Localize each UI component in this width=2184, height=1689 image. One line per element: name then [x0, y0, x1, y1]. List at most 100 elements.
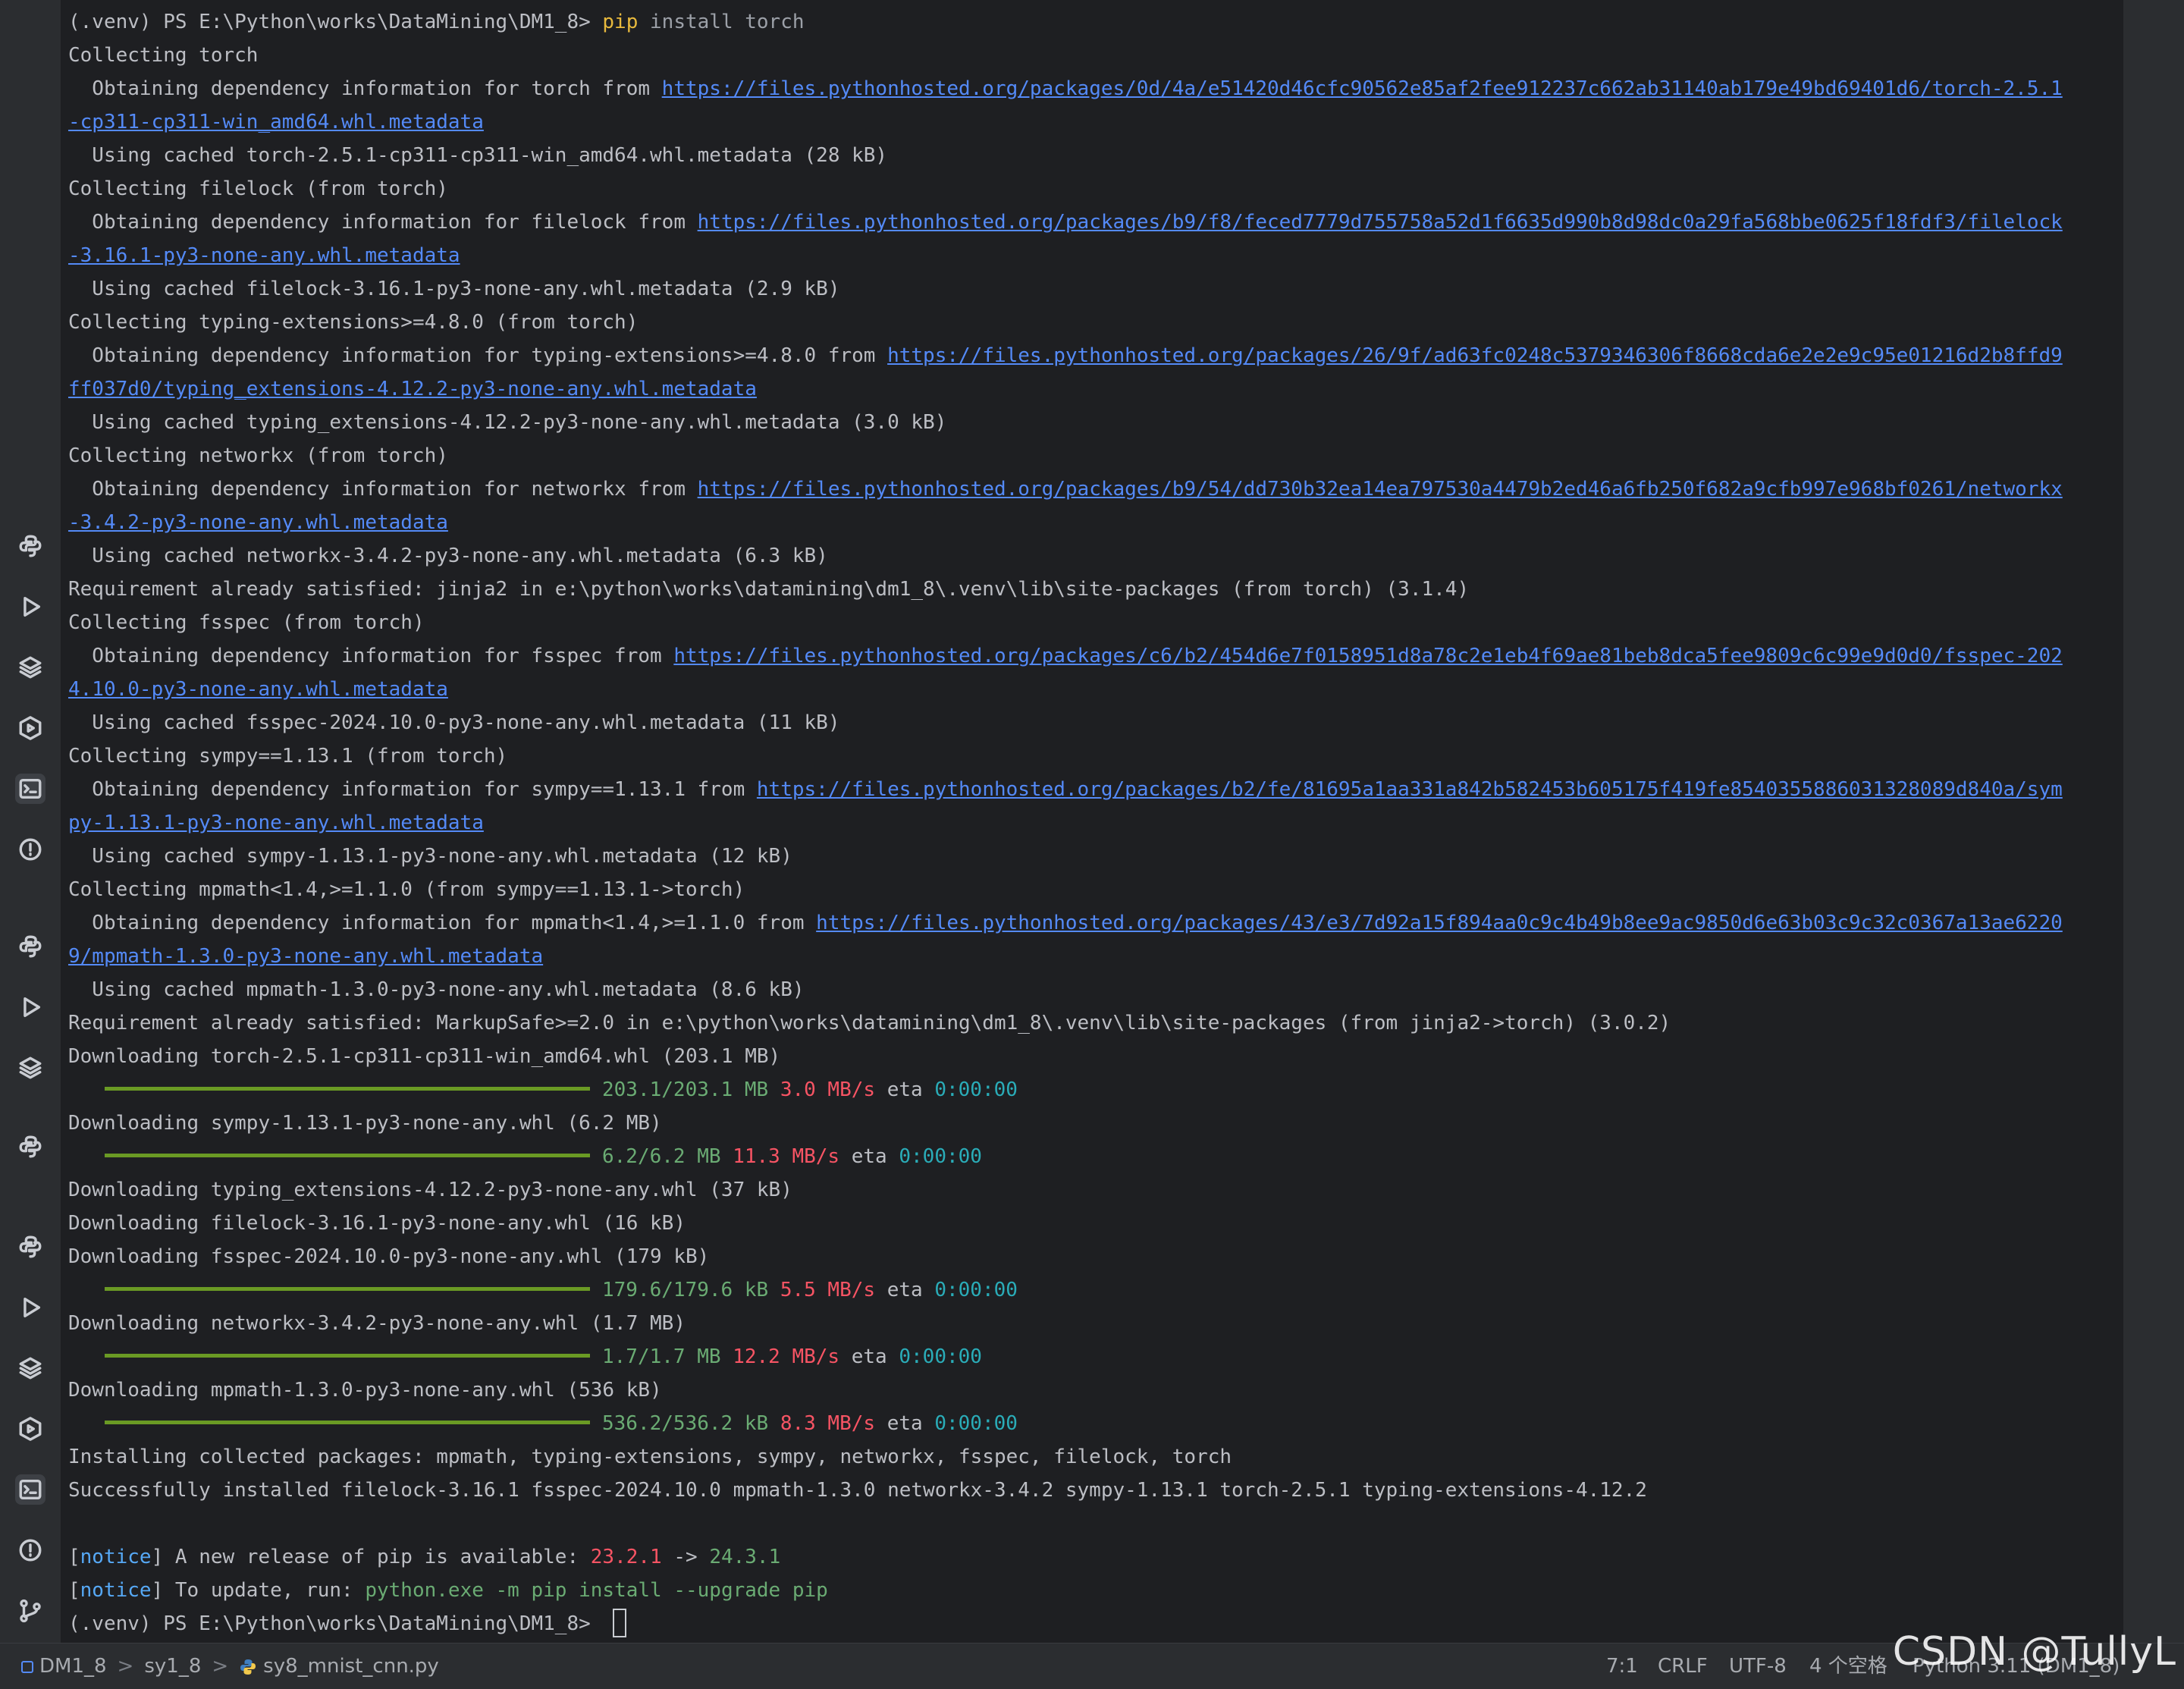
download-size: 179.6/179.6 kB [602, 1279, 769, 1301]
output-text: Using cached fsspec-2024.10.0-py3-none-a… [68, 711, 840, 734]
file-encoding[interactable]: UTF-8 [1729, 1643, 1787, 1689]
output-line: Obtaining dependency information for fil… [68, 206, 2063, 239]
download-size: 6.2/6.2 MB [602, 1145, 721, 1168]
output-text: Using cached typing_extensions-4.12.2-py… [68, 411, 947, 434]
terminal-lines: (.venv) PS E:\Python\works\DataMining\DM… [68, 5, 2063, 1640]
package-link[interactable]: https://files.pythonhosted.org/packages/… [698, 211, 2063, 234]
run-icon[interactable] [15, 1292, 46, 1323]
caret-position[interactable]: 7:1 [1606, 1643, 1638, 1689]
command: pip [602, 11, 639, 33]
terminal-output[interactable]: (.venv) PS E:\Python\works\DataMining\DM… [61, 0, 2123, 1643]
output-line: Using cached typing_extensions-4.12.2-py… [68, 406, 2063, 439]
output-line: Obtaining dependency information for mpm… [68, 906, 2063, 940]
output-text: Downloading mpmath-1.3.0-py3-none-any.wh… [68, 1379, 662, 1402]
package-link[interactable]: -cp311-cp311-win_amd64.whl.metadata [68, 111, 484, 133]
python-console-icon[interactable] [15, 1232, 46, 1262]
output-text: Downloading sympy-1.13.1-py3-none-any.wh… [68, 1112, 662, 1135]
layers-icon[interactable] [15, 652, 46, 683]
output-text: Obtaining dependency information for fil… [68, 211, 698, 234]
output-line: Downloading typing_extensions-4.12.2-py3… [68, 1173, 2063, 1207]
right-gutter [2123, 0, 2184, 1643]
output-line: -3.4.2-py3-none-any.whl.metadata [68, 506, 2063, 539]
output-text: Obtaining dependency information for sym… [68, 778, 757, 801]
layers-icon[interactable] [15, 1053, 46, 1083]
notice-line: [notice] A new release of pip is availab… [68, 1540, 2063, 1574]
eta-label: eta [886, 1078, 923, 1101]
package-link[interactable]: -3.4.2-py3-none-any.whl.metadata [68, 511, 448, 534]
notice-bracket: [ [68, 1546, 80, 1568]
output-text: Using cached networkx-3.4.2-py3-none-any… [68, 545, 828, 567]
output-line: Requirement already satisfied: jinja2 in… [68, 573, 2063, 606]
package-link[interactable]: 4.10.0-py3-none-any.whl.metadata [68, 678, 448, 701]
eta-label: eta [851, 1145, 887, 1168]
python-console-icon[interactable] [15, 531, 46, 561]
download-size: 536.2/536.2 kB [602, 1412, 769, 1435]
run-icon[interactable] [15, 992, 46, 1022]
line-separator[interactable]: CRLF [1658, 1643, 1708, 1689]
package-link[interactable]: https://files.pythonhosted.org/packages/… [662, 77, 2063, 100]
package-link[interactable]: -3.16.1-py3-none-any.whl.metadata [68, 244, 460, 267]
prompt-line[interactable]: (.venv) PS E:\Python\works\DataMining\DM… [68, 1607, 2063, 1640]
indent-setting[interactable]: 4 个空格 [1809, 1643, 1887, 1689]
output-line: Using cached networkx-3.4.2-py3-none-any… [68, 539, 2063, 573]
breadcrumb-project[interactable]: DM1_8 [39, 1655, 107, 1678]
download-size: 203.1/203.1 MB [602, 1078, 769, 1101]
eta-value: 0:00:00 [934, 1279, 1018, 1301]
output-text: Collecting sympy==1.13.1 (from torch) [68, 745, 508, 768]
services-icon[interactable] [15, 713, 46, 743]
package-link[interactable]: https://files.pythonhosted.org/packages/… [757, 778, 2063, 801]
chevron-right-icon: > [212, 1655, 229, 1678]
python-packages-icon[interactable] [15, 931, 46, 962]
package-link[interactable]: https://files.pythonhosted.org/packages/… [698, 478, 2063, 501]
output-text: Using cached sympy-1.13.1-py3-none-any.w… [68, 845, 792, 868]
run-icon[interactable] [15, 592, 46, 622]
breadcrumb-file[interactable]: sy8_mnist_cnn.py [263, 1655, 439, 1678]
output-text: Downloading networkx-3.4.2-py3-none-any.… [68, 1312, 686, 1335]
output-line: Collecting networkx (from torch) [68, 439, 2063, 472]
output-line: Downloading torch-2.5.1-cp311-cp311-win_… [68, 1040, 2063, 1073]
layers-icon[interactable] [15, 1353, 46, 1383]
output-line: Obtaining dependency information for tor… [68, 72, 2063, 105]
problems-icon[interactable] [15, 834, 46, 865]
output-line: Downloading sympy-1.13.1-py3-none-any.wh… [68, 1107, 2063, 1140]
output-line: Using cached mpmath-1.3.0-py3-none-any.w… [68, 973, 2063, 1006]
download-speed: 12.2 MB/s [733, 1345, 840, 1368]
output-text: Installing collected packages: mpmath, t… [68, 1446, 1232, 1468]
output-line: Installing collected packages: mpmath, t… [68, 1440, 2063, 1474]
output-text: Downloading typing_extensions-4.12.2-py3… [68, 1179, 792, 1201]
progress-bar [105, 1287, 590, 1291]
output-line: Downloading networkx-3.4.2-py3-none-any.… [68, 1307, 2063, 1340]
output-line: Collecting typing-extensions>=4.8.0 (fro… [68, 306, 2063, 339]
package-link[interactable]: py-1.13.1-py3-none-any.whl.metadata [68, 812, 484, 834]
breadcrumb-folder[interactable]: sy1_8 [144, 1655, 201, 1678]
package-link[interactable]: https://files.pythonhosted.org/packages/… [816, 912, 2063, 934]
output-line: py-1.13.1-py3-none-any.whl.metadata [68, 806, 2063, 840]
breadcrumb[interactable]: DM1_8 > sy1_8 > sy8_mnist_cnn.py [21, 1643, 439, 1689]
upgrade-command: python.exe -m pip install --upgrade pip [365, 1579, 828, 1602]
terminal-icon[interactable] [15, 1474, 46, 1505]
services-icon[interactable] [15, 1414, 46, 1444]
package-link[interactable]: https://files.pythonhosted.org/packages/… [887, 344, 2063, 367]
package-link[interactable]: 9/mpmath-1.3.0-py3-none-any.whl.metadata [68, 945, 543, 968]
git-icon[interactable] [15, 1596, 46, 1626]
terminal-icon[interactable] [15, 774, 46, 804]
package-link[interactable]: https://files.pythonhosted.org/packages/… [673, 645, 2062, 667]
progress-line: 179.6/179.6 kB 5.5 MB/s eta 0:00:00 [68, 1273, 2063, 1307]
problems-icon[interactable] [15, 1535, 46, 1565]
output-line: Downloading fsspec-2024.10.0-py3-none-an… [68, 1240, 2063, 1273]
output-text: Collecting torch [68, 44, 259, 67]
output-text: Downloading fsspec-2024.10.0-py3-none-an… [68, 1245, 710, 1268]
python-console-icon[interactable] [15, 1132, 46, 1162]
progress-line: 203.1/203.1 MB 3.0 MB/s eta 0:00:00 [68, 1073, 2063, 1107]
eta-label: eta [886, 1279, 923, 1301]
output-text: Requirement already satisfied: MarkupSaf… [68, 1012, 1671, 1034]
output-text: Successfully installed filelock-3.16.1 f… [68, 1479, 1647, 1502]
package-link[interactable]: ff037d0/typing_extensions-4.12.2-py3-non… [68, 378, 757, 400]
tool-window-sidebar [0, 0, 61, 1643]
python-file-icon [240, 1659, 256, 1675]
output-text: Obtaining dependency information for tor… [68, 77, 662, 100]
output-line: Collecting sympy==1.13.1 (from torch) [68, 739, 2063, 773]
output-line: Obtaining dependency information for fss… [68, 639, 2062, 673]
notice-text: ] To update, run: [151, 1579, 366, 1602]
